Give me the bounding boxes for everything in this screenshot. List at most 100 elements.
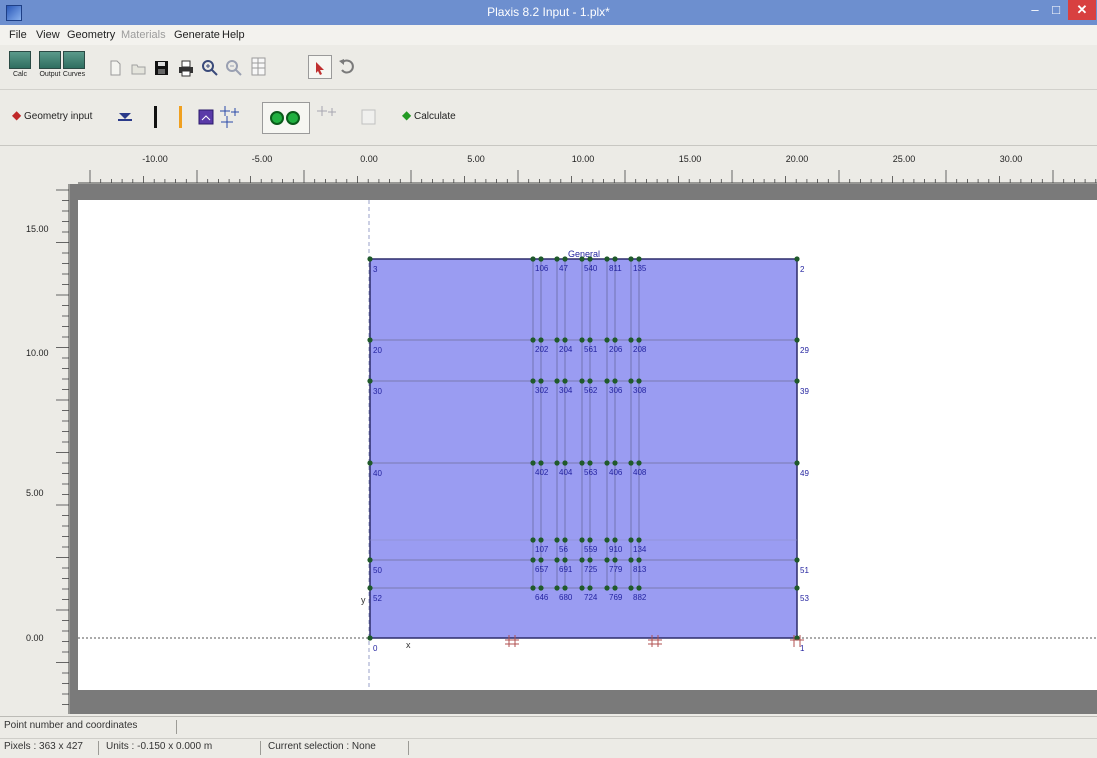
geometry-point[interactable]: [554, 537, 560, 543]
menu-help[interactable]: Help: [222, 29, 245, 41]
geometry-point[interactable]: [628, 337, 634, 343]
geometry-point[interactable]: [636, 537, 642, 543]
geometry-point[interactable]: [367, 585, 373, 591]
geometry-point[interactable]: [628, 378, 634, 384]
geometry-point[interactable]: [612, 378, 618, 384]
menu-file[interactable]: File: [9, 29, 27, 41]
geometry-point[interactable]: [530, 557, 536, 563]
geometry-point[interactable]: [636, 460, 642, 466]
geometry-point[interactable]: [538, 460, 544, 466]
geometry-point[interactable]: [612, 537, 618, 543]
geometry-point[interactable]: [579, 378, 585, 384]
geometry-point[interactable]: [579, 557, 585, 563]
menu-generate[interactable]: Generate: [174, 29, 220, 41]
geometry-point[interactable]: [538, 557, 544, 563]
minimize-button[interactable]: –: [1025, 0, 1045, 20]
open-project-button[interactable]: [128, 57, 150, 79]
geometry-point[interactable]: [587, 585, 593, 591]
geometry-point[interactable]: [562, 537, 568, 543]
geometry-point[interactable]: [794, 585, 800, 591]
geometry-point[interactable]: [587, 460, 593, 466]
geometry-point[interactable]: [530, 378, 536, 384]
geometry-point[interactable]: [587, 557, 593, 563]
geometry-point[interactable]: [554, 585, 560, 591]
geometry-point[interactable]: [554, 337, 560, 343]
print-button[interactable]: [175, 57, 197, 79]
geometry-point[interactable]: [604, 585, 610, 591]
geometry-point[interactable]: [538, 337, 544, 343]
geometry-point[interactable]: [628, 557, 634, 563]
geometry-point[interactable]: [530, 585, 536, 591]
geometry-point[interactable]: [562, 337, 568, 343]
geometry-model[interactable]: 106 47 540 811 135202 204 561 206 208302 304 562 30…: [78, 200, 1097, 690]
maximize-button[interactable]: □: [1046, 0, 1066, 20]
geometry-point[interactable]: [587, 537, 593, 543]
geometry-point[interactable]: [794, 378, 800, 384]
geometry-point[interactable]: [554, 557, 560, 563]
geometry-point[interactable]: [612, 585, 618, 591]
geometry-point[interactable]: [587, 378, 593, 384]
open-flow-boundary-button[interactable]: [170, 104, 192, 128]
geometry-point[interactable]: [794, 337, 800, 343]
geometry-point[interactable]: [604, 537, 610, 543]
soil-cluster[interactable]: [369, 258, 798, 639]
geometry-point[interactable]: [628, 537, 634, 543]
geometry-point[interactable]: [562, 256, 568, 262]
geometry-point[interactable]: [562, 460, 568, 466]
undo-button[interactable]: [335, 55, 357, 77]
geometry-point[interactable]: [530, 460, 536, 466]
geometry-point[interactable]: [579, 460, 585, 466]
output-program-button[interactable]: Output: [38, 51, 62, 78]
geometry-input-button[interactable]: ◆ Geometry input: [12, 108, 92, 122]
geometry-point[interactable]: [367, 557, 373, 563]
geometry-point[interactable]: [579, 585, 585, 591]
curves-program-button[interactable]: Curves: [62, 51, 86, 78]
selection-tool-button[interactable]: [308, 55, 332, 79]
geometry-point[interactable]: [636, 337, 642, 343]
phreatic-level-button[interactable]: [114, 106, 136, 128]
calc-program-button[interactable]: Calc: [8, 51, 32, 78]
menu-geometry[interactable]: Geometry: [67, 29, 115, 41]
geometry-point[interactable]: [562, 557, 568, 563]
drawing-canvas[interactable]: 106 47 540 811 135 202 204 561 206 208 302 304 562 30…: [70, 184, 1097, 714]
geometry-point[interactable]: [628, 585, 634, 591]
geometry-point[interactable]: [579, 337, 585, 343]
geometry-point[interactable]: [554, 378, 560, 384]
save-button[interactable]: [150, 57, 172, 79]
calculate-button[interactable]: ◆ Calculate: [402, 108, 456, 122]
geometry-point[interactable]: [636, 557, 642, 563]
generate-water-pressures-button[interactable]: [195, 106, 217, 128]
geometry-point[interactable]: [554, 460, 560, 466]
geometry-point[interactable]: [612, 337, 618, 343]
zoom-in-button[interactable]: [199, 57, 221, 79]
geometry-point[interactable]: [628, 256, 634, 262]
geometry-point[interactable]: [604, 337, 610, 343]
geometry-point[interactable]: [612, 460, 618, 466]
geometry-point[interactable]: [612, 256, 618, 262]
geometry-point[interactable]: [636, 585, 642, 591]
geometry-point[interactable]: [604, 557, 610, 563]
select-points-button[interactable]: [219, 104, 241, 128]
geometry-point[interactable]: [612, 557, 618, 563]
geometry-point[interactable]: [538, 585, 544, 591]
geometry-point[interactable]: [562, 378, 568, 384]
geometry-point[interactable]: [794, 557, 800, 563]
geometry-point[interactable]: [530, 537, 536, 543]
geometry-point[interactable]: [604, 460, 610, 466]
geometry-point[interactable]: [367, 337, 373, 343]
geometry-point[interactable]: [367, 378, 373, 384]
geometry-point[interactable]: [367, 256, 373, 262]
close-button[interactable]: ✕: [1068, 0, 1096, 20]
zoom-out-button[interactable]: [223, 57, 245, 79]
geometry-point[interactable]: [538, 537, 544, 543]
closed-flow-boundary-button[interactable]: [145, 104, 167, 128]
geometry-point[interactable]: [636, 256, 642, 262]
geometry-point[interactable]: [554, 256, 560, 262]
geometry-point[interactable]: [794, 256, 800, 262]
geometry-point[interactable]: [538, 256, 544, 262]
geometry-point[interactable]: [538, 378, 544, 384]
geometry-point[interactable]: [367, 635, 373, 641]
geometry-point[interactable]: [530, 256, 536, 262]
geometry-point[interactable]: [367, 460, 373, 466]
geometry-point[interactable]: [530, 337, 536, 343]
